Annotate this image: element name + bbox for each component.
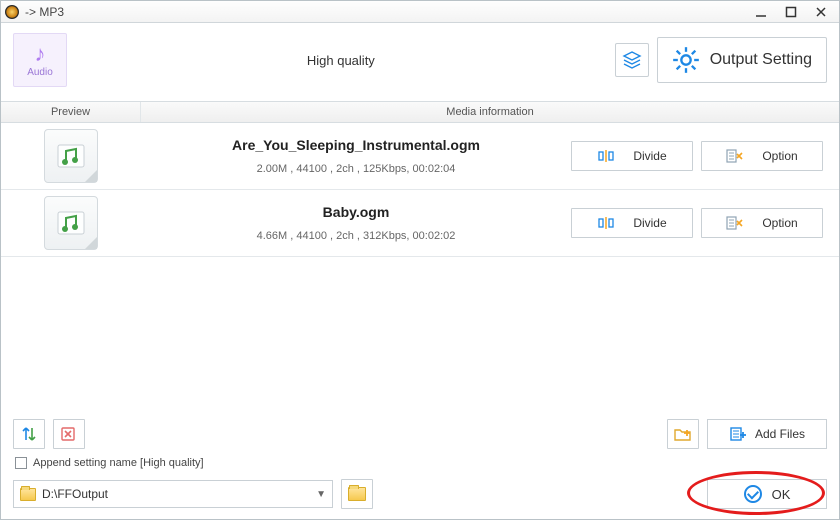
delete-button[interactable] xyxy=(53,419,85,449)
delete-icon xyxy=(60,426,78,442)
add-files-label: Add Files xyxy=(755,427,805,441)
add-files-button[interactable]: Add Files xyxy=(707,419,827,449)
output-setting-label: Output Setting xyxy=(710,51,812,69)
option-button[interactable]: Option xyxy=(701,208,823,238)
file-meta: 4.66M , 44100 , 2ch , 312Kbps, 00:02:02 xyxy=(141,230,571,242)
file-row[interactable]: Are_You_Sleeping_Instrumental.ogm 2.00M … xyxy=(1,123,839,190)
window-title: -> MP3 xyxy=(25,5,64,19)
maximize-button[interactable] xyxy=(777,3,805,21)
option-button[interactable]: Option xyxy=(701,141,823,171)
divide-button[interactable]: Divide xyxy=(571,141,693,171)
gear-icon xyxy=(672,46,700,74)
audio-file-icon xyxy=(44,129,98,183)
close-button[interactable] xyxy=(807,3,835,21)
file-preview xyxy=(1,129,141,183)
option-icon xyxy=(726,214,744,232)
append-setting-row: Append setting name [High quality] xyxy=(15,457,827,469)
browse-folder-button[interactable] xyxy=(341,479,373,509)
column-preview: Preview xyxy=(1,102,141,122)
option-icon xyxy=(726,147,744,165)
table-header: Preview Media information xyxy=(1,101,839,123)
divide-label: Divide xyxy=(633,149,666,163)
music-note-icon: ♪ xyxy=(35,43,46,65)
folder-icon xyxy=(348,487,366,501)
divide-icon xyxy=(597,147,615,165)
output-path-dropdown[interactable]: D:\FFOutput ▼ xyxy=(13,480,333,508)
file-preview xyxy=(1,196,141,250)
minimize-button[interactable] xyxy=(747,3,775,21)
ok-button[interactable]: OK xyxy=(707,479,827,509)
ok-label: OK xyxy=(772,487,791,502)
divide-icon xyxy=(597,214,615,232)
option-label: Option xyxy=(762,149,797,163)
append-setting-checkbox[interactable] xyxy=(15,457,27,469)
titlebar: -> MP3 xyxy=(1,1,839,23)
audio-file-icon xyxy=(44,196,98,250)
divide-button[interactable]: Divide xyxy=(571,208,693,238)
check-circle-icon xyxy=(744,485,762,503)
layers-icon xyxy=(622,50,642,70)
file-list: Are_You_Sleeping_Instrumental.ogm 2.00M … xyxy=(1,123,839,257)
audio-format-button[interactable]: ♪ Audio xyxy=(13,33,67,87)
bottom-panel: Add Files Append setting name [High qual… xyxy=(1,413,839,519)
add-folder-button[interactable] xyxy=(667,419,699,449)
swap-icon xyxy=(21,426,37,442)
column-media-info: Media information xyxy=(141,102,839,122)
file-name: Baby.ogm xyxy=(141,204,571,220)
divide-label: Divide xyxy=(633,216,666,230)
top-toolbar: ♪ Audio High quality xyxy=(1,23,839,101)
output-path-text: D:\FFOutput xyxy=(42,487,108,501)
folder-plus-icon xyxy=(673,426,693,442)
quality-label: High quality xyxy=(67,53,615,68)
app-icon xyxy=(5,5,19,19)
folder-icon xyxy=(20,488,36,501)
output-setting-button[interactable]: Output Setting xyxy=(657,37,827,83)
audio-format-label: Audio xyxy=(27,67,53,78)
file-plus-icon xyxy=(729,426,747,442)
app-window: -> MP3 ♪ Audio High quality xyxy=(0,0,840,520)
option-label: Option xyxy=(762,216,797,230)
chevron-down-icon: ▼ xyxy=(316,489,326,500)
append-setting-label: Append setting name [High quality] xyxy=(33,457,204,469)
swap-button[interactable] xyxy=(13,419,45,449)
file-meta: 2.00M , 44100 , 2ch , 125Kbps, 00:02:04 xyxy=(141,163,571,175)
batch-button[interactable] xyxy=(615,43,649,77)
file-name: Are_You_Sleeping_Instrumental.ogm xyxy=(141,137,571,153)
file-row[interactable]: Baby.ogm 4.66M , 44100 , 2ch , 312Kbps, … xyxy=(1,190,839,257)
